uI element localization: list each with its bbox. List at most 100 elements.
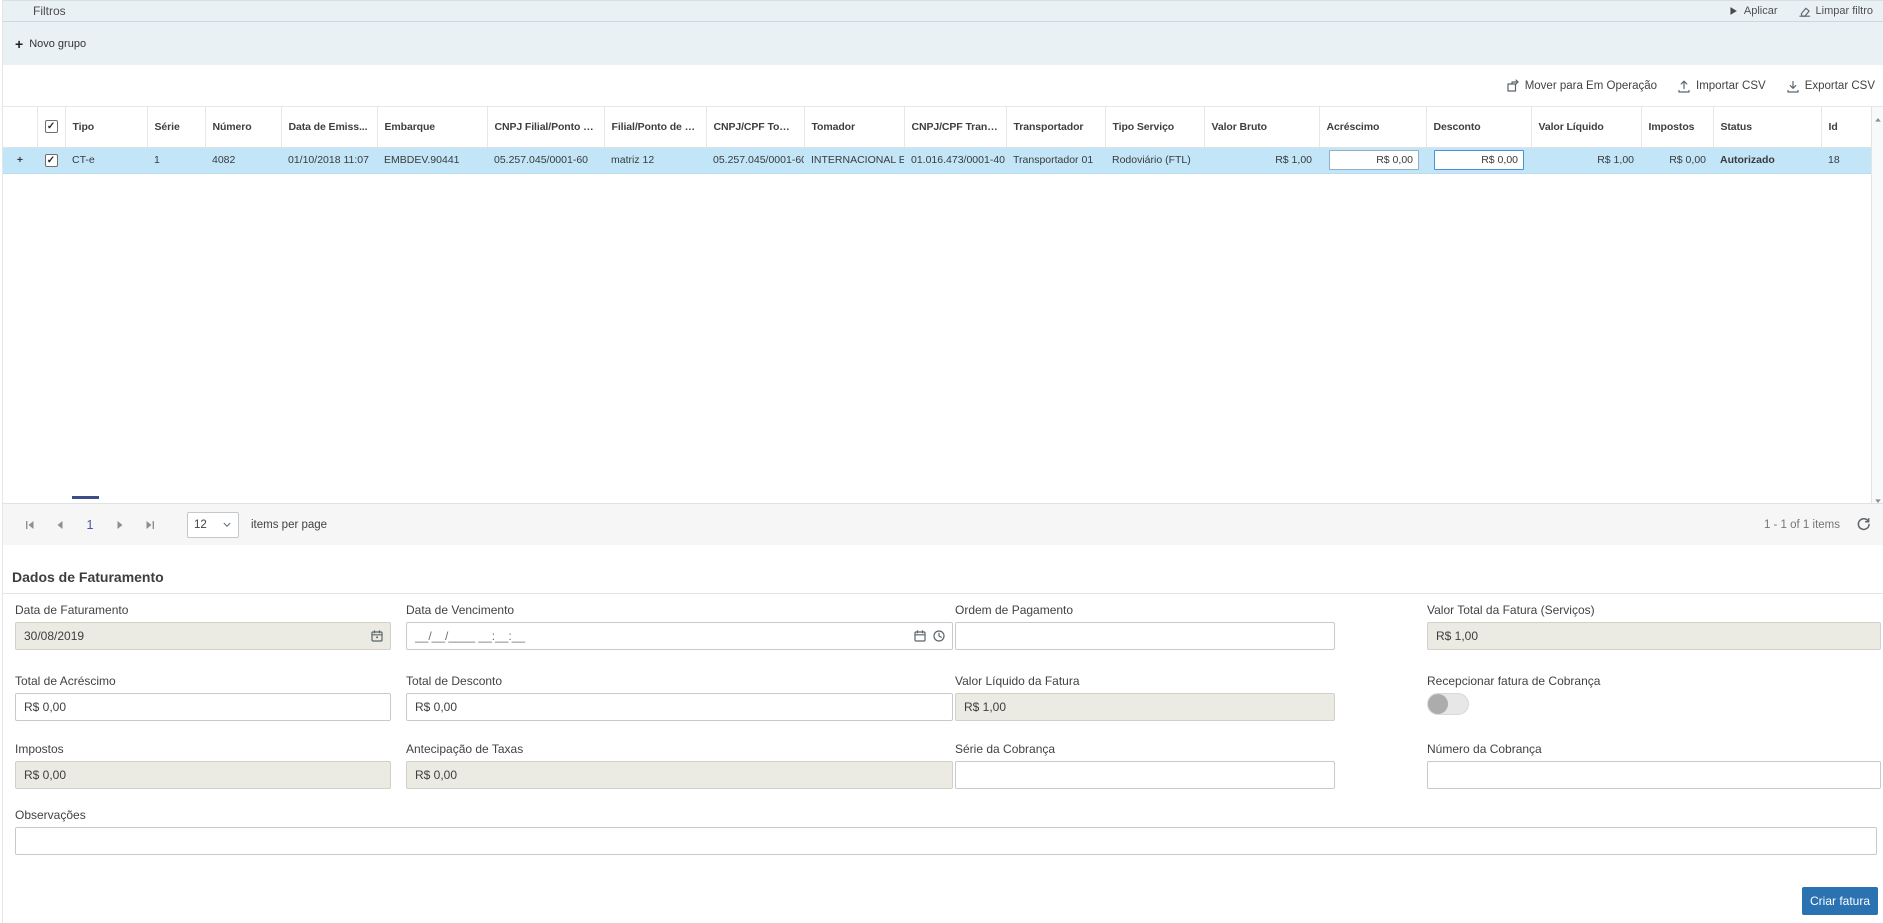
header-tipo-servico[interactable]: Tipo Serviço — [1105, 107, 1204, 147]
page: Filtros Aplicar Limpar filtro + — [0, 0, 1883, 923]
page-size-dropdown[interactable]: 12 — [187, 512, 239, 538]
header-tomador[interactable]: Tomador — [804, 107, 904, 147]
calendar-icon[interactable] — [913, 629, 927, 643]
field-numero-cobranca: Número da Cobrança — [1427, 742, 1881, 789]
data-faturamento-input[interactable] — [15, 622, 391, 650]
items-per-page-label: items per page — [251, 519, 327, 531]
header-cnpj-filial[interactable]: CNPJ Filial/Ponto de ... — [487, 107, 604, 147]
header-embarque[interactable]: Embarque — [377, 107, 487, 147]
acrescimo-input[interactable] — [1329, 150, 1419, 170]
antecipacao-input — [406, 761, 953, 789]
valor-liquido-label: Valor Líquido da Fatura — [955, 674, 1335, 688]
new-group-label: Novo grupo — [29, 38, 86, 50]
clock-icon[interactable] — [932, 629, 946, 643]
header-cnpj-tomador[interactable]: CNPJ/CPF Tomador — [706, 107, 804, 147]
header-status[interactable]: Status — [1713, 107, 1821, 147]
antecipacao-label: Antecipação de Taxas — [406, 742, 953, 756]
pager-info: 1 - 1 of 1 items — [1764, 519, 1840, 531]
scroll-down-icon[interactable] — [1874, 492, 1882, 500]
table-row[interactable]: + ✓ CT-e 1 4082 01/10/2018 11:07 EMBDEV.… — [3, 147, 1871, 173]
first-page-button[interactable] — [15, 511, 45, 539]
valor-liquido-input — [955, 693, 1335, 721]
row-checkbox[interactable]: ✓ — [45, 154, 58, 167]
valor-total-input — [1427, 622, 1881, 650]
vertical-scrollbar[interactable] — [1871, 107, 1883, 504]
move-box-icon — [1506, 79, 1520, 93]
filters-title: Filtros — [33, 4, 66, 18]
clear-filter-label: Limpar filtro — [1816, 5, 1873, 17]
header-id[interactable]: Id — [1821, 107, 1871, 147]
header-data-emissao[interactable]: Data de Emiss... — [281, 107, 377, 147]
cell-cnpj-filial: 05.257.045/0001-60 — [487, 147, 604, 173]
numero-cobranca-input[interactable] — [1427, 761, 1881, 789]
data-vencimento-input[interactable] — [406, 622, 953, 650]
field-valor-liquido: Valor Líquido da Fatura — [955, 674, 1335, 721]
header-serie[interactable]: Série — [147, 107, 205, 147]
header-select-all: ✓ — [37, 107, 65, 147]
header-valor-liquido[interactable]: Valor Líquido — [1531, 107, 1641, 147]
valor-total-label: Valor Total da Fatura (Serviços) — [1427, 603, 1881, 617]
page-number[interactable]: 1 — [75, 518, 105, 532]
field-impostos: Impostos — [15, 742, 391, 789]
header-transportador[interactable]: Transportador — [1006, 107, 1105, 147]
cell-tomador: INTERNACIONAL E ... — [804, 147, 904, 173]
cell-embarque: EMBDEV.90441 — [377, 147, 487, 173]
cell-cnpj-transportador: 01.016.473/0001-40 — [904, 147, 1006, 173]
numero-cobranca-label: Número da Cobrança — [1427, 742, 1881, 756]
field-recepcionar: Recepcionar fatura de Cobrança — [1427, 674, 1881, 720]
eraser-icon — [1798, 5, 1811, 18]
move-to-operation-button[interactable]: Mover para Em Operação — [1506, 79, 1657, 93]
header-acrescimo[interactable]: Acréscimo — [1319, 107, 1426, 147]
serie-cobranca-input[interactable] — [955, 761, 1335, 789]
cell-valor-bruto: R$ 1,00 — [1204, 147, 1319, 173]
field-valor-total: Valor Total da Fatura (Serviços) — [1427, 603, 1881, 650]
next-page-button[interactable] — [105, 511, 135, 539]
header-desconto[interactable]: Desconto — [1426, 107, 1531, 147]
cell-transportador: Transportador 01 — [1006, 147, 1105, 173]
header-tipo[interactable]: Tipo — [65, 107, 147, 147]
create-invoice-button[interactable]: Criar fatura — [1802, 887, 1878, 915]
horizontal-scrollbar-thumb[interactable] — [72, 496, 99, 499]
total-acrescimo-input[interactable] — [15, 693, 391, 721]
field-data-vencimento: Data de Vencimento — [406, 603, 953, 650]
header-filial[interactable]: Filial/Ponto de O... — [604, 107, 706, 147]
header-impostos[interactable]: Impostos — [1641, 107, 1713, 147]
desconto-input[interactable] — [1434, 150, 1524, 170]
last-page-button[interactable] — [135, 511, 165, 539]
cell-serie: 1 — [147, 147, 205, 173]
recepcionar-toggle[interactable] — [1427, 693, 1469, 715]
header-numero[interactable]: Número — [205, 107, 281, 147]
observacoes-input[interactable] — [15, 827, 1877, 855]
field-antecipacao: Antecipação de Taxas — [406, 742, 953, 789]
row-select-cell: ✓ — [37, 147, 65, 173]
apply-filter-button[interactable]: Aplicar — [1727, 5, 1778, 17]
cell-numero: 4082 — [205, 147, 281, 173]
documents-grid: ✓ Tipo Série Número Data de Emiss... Emb… — [3, 106, 1883, 503]
calendar-icon[interactable] — [370, 629, 384, 643]
filter-panel: Filtros Aplicar Limpar filtro + — [3, 0, 1883, 65]
refresh-button[interactable] — [1856, 517, 1871, 532]
scroll-up-icon[interactable] — [1874, 111, 1882, 119]
ordem-pagamento-input[interactable] — [955, 622, 1335, 650]
cell-id: 18 — [1821, 147, 1871, 173]
cell-tipo: CT-e — [65, 147, 147, 173]
filter-header: Filtros Aplicar Limpar filtro — [3, 1, 1883, 22]
header-cnpj-transportador[interactable]: CNPJ/CPF Transp... — [904, 107, 1006, 147]
cell-filial: matriz 12 — [604, 147, 706, 173]
grid-toolbar: Mover para Em Operação Importar CSV Expo… — [3, 72, 1880, 100]
field-observacoes: Observações — [15, 808, 1877, 855]
new-group-button[interactable]: + Novo grupo — [15, 37, 86, 51]
total-desconto-input[interactable] — [406, 693, 953, 721]
select-all-checkbox[interactable]: ✓ — [45, 120, 58, 133]
cell-tipo-servico: Rodoviário (FTL) — [1105, 147, 1204, 173]
export-csv-button[interactable]: Exportar CSV — [1786, 79, 1875, 93]
apply-filter-label: Aplicar — [1744, 5, 1778, 17]
import-csv-button[interactable]: Importar CSV — [1677, 79, 1766, 93]
prev-page-button[interactable] — [45, 511, 75, 539]
billing-title: Dados de Faturamento — [3, 560, 1883, 594]
field-total-desconto: Total de Desconto — [406, 674, 953, 721]
move-to-operation-label: Mover para Em Operação — [1525, 80, 1657, 92]
row-expand-button[interactable]: + — [3, 147, 37, 173]
header-valor-bruto[interactable]: Valor Bruto — [1204, 107, 1319, 147]
clear-filter-button[interactable]: Limpar filtro — [1798, 5, 1873, 18]
